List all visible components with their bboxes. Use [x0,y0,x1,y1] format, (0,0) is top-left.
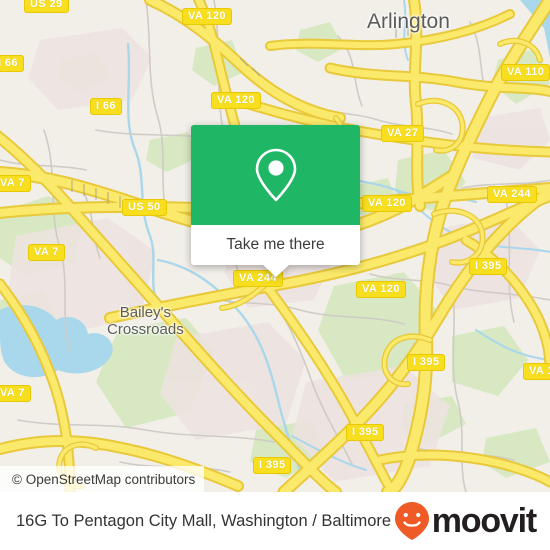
road-shield: US 50 [122,199,167,216]
road-shield: I 395 [346,424,385,441]
road-shield: I 395 [407,354,446,371]
attribution-text: © OpenStreetMap contributors [12,471,196,487]
road-shield: VA 120 [356,281,406,298]
moovit-brand[interactable]: moovit [394,501,537,541]
place-label-baileys-crossroads: Bailey's Crossroads [107,304,184,338]
road-shield: I 395 [469,258,508,275]
road-shield: VA 120 [182,8,232,25]
road-shield: VA 7 [0,385,31,402]
map-pin-icon [255,148,296,202]
place-label-arlington: Arlington [367,10,450,33]
take-me-there-label: Take me there [226,236,325,253]
road-shield: VA 244 [487,186,537,203]
road-shield: I 395 [253,457,292,474]
road-shield: I 66 [90,98,122,115]
map-area[interactable]: Arlington Bailey's Crossroads US 29 VA 12… [0,0,550,492]
road-shield: VA 7 [0,175,31,192]
road-shield: VA 27 [381,125,425,142]
moovit-smiley-pin-icon [394,502,429,540]
road-shield: VA 120 [362,195,412,212]
route-title: 16G To Pentagon City Mall, Washington / … [16,511,392,530]
road-shield: VA 1 [523,363,550,380]
map-attribution[interactable]: © OpenStreetMap contributors [0,466,205,492]
popup-icon-panel [191,125,360,225]
moovit-map-screen: Arlington Bailey's Crossroads US 29 VA 12… [0,0,550,550]
popup-pointer-arrow [262,265,289,277]
moovit-wordmark: moovit [431,502,537,540]
take-me-there-button[interactable]: Take me there [191,225,360,265]
bottom-info-bar: 16G To Pentagon City Mall, Washington / … [0,492,550,550]
road-shield: VA 110 [501,64,550,81]
road-shield: VA 7 [28,244,65,261]
road-shield: I 66 [0,55,24,72]
road-shield: US 29 [24,0,69,13]
road-shield: VA 120 [211,92,261,109]
destination-popup-card[interactable]: Take me there [191,125,360,277]
